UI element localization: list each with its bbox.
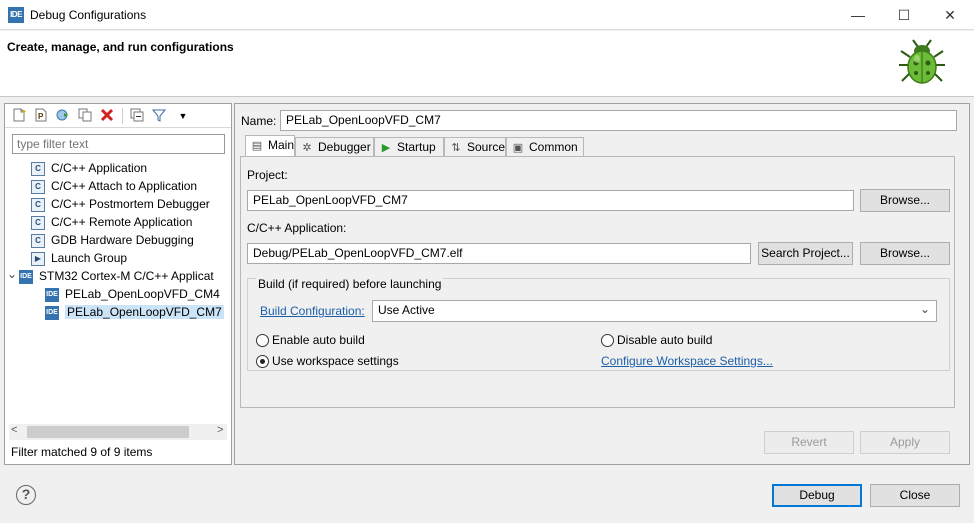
c-config-icon: C <box>31 215 45 230</box>
tab-common[interactable]: ▣ Common <box>506 137 584 157</box>
tree-item[interactable]: C C/C++ Remote Application <box>31 213 192 231</box>
collapse-all-icon[interactable] <box>129 108 145 124</box>
use-workspace-settings-radio[interactable] <box>256 355 269 368</box>
ide-config-icon: IDE <box>45 287 59 302</box>
tab-startup[interactable]: ▶ Startup <box>374 137 444 157</box>
config-toolbar: ✦ P ▼ <box>5 104 231 128</box>
c-config-icon: C <box>31 179 45 194</box>
main-tab-icon: ▤ <box>251 140 263 152</box>
build-configuration-select[interactable]: Use Active ⌄ <box>372 300 937 322</box>
horizontal-scrollbar[interactable]: < > <box>9 424 227 440</box>
scroll-left-arrow[interactable]: < <box>11 424 17 436</box>
title-bar: IDE Debug Configurations — ☐ ✕ <box>0 0 974 30</box>
chevron-down-icon: ⌄ <box>919 302 930 316</box>
use-workspace-settings-label: Use workspace settings <box>272 354 399 368</box>
toolbar-separator <box>122 108 123 124</box>
tree-item[interactable]: C GDB Hardware Debugging <box>31 231 194 249</box>
tab-label: Debugger <box>318 140 371 154</box>
build-group: Build (if required) before launching Bui… <box>247 277 950 371</box>
new-prototype-icon[interactable]: P <box>33 108 49 124</box>
help-icon[interactable]: ? <box>16 485 36 505</box>
maximize-button[interactable]: ☐ <box>881 0 927 30</box>
dialog-header-title: Create, manage, and run configurations <box>7 40 234 54</box>
view-menu-icon[interactable]: ▼ <box>175 108 191 124</box>
tree-item[interactable]: ⌄ IDE STM32 Cortex-M C/C++ Applicat <box>7 267 214 285</box>
disable-auto-build-radio[interactable] <box>601 334 614 347</box>
enable-auto-build-radio[interactable] <box>256 334 269 347</box>
scroll-right-arrow[interactable]: > <box>217 424 223 436</box>
tab-label: Startup <box>397 140 436 154</box>
tree-item[interactable]: ▶ Launch Group <box>31 249 127 267</box>
application-field[interactable]: Debug/PELab_OpenLoopVFD_CM7.elf <box>247 243 751 264</box>
tree-item[interactable]: C C/C++ Application <box>31 159 147 177</box>
tree-item-label: STM32 Cortex-M C/C++ Applicat <box>39 269 214 283</box>
svg-text:✦: ✦ <box>21 108 26 116</box>
tab-label: Main <box>268 138 295 152</box>
c-config-icon: C <box>31 233 45 248</box>
tree-item-label: GDB Hardware Debugging <box>51 233 194 247</box>
filter-input[interactable] <box>12 134 225 154</box>
c-config-icon: C <box>31 197 45 212</box>
build-group-label: Build (if required) before launching <box>256 277 444 291</box>
tree-item-label: PELab_OpenLoopVFD_CM7 <box>65 305 224 319</box>
ide-config-icon: IDE <box>45 305 59 320</box>
tree-item[interactable]: C C/C++ Attach to Application <box>31 177 197 195</box>
application-browse-button[interactable]: Browse... <box>860 242 950 265</box>
project-field[interactable]: PELab_OpenLoopVFD_CM7 <box>247 190 854 211</box>
tree-item-label: Launch Group <box>51 251 128 265</box>
disable-auto-build-label: Disable auto build <box>617 333 713 347</box>
tree-item-label: PELab_OpenLoopVFD_CM4 <box>65 287 220 301</box>
tab-label: Common <box>529 140 578 154</box>
tree-item[interactable]: IDE PELab_OpenLoopVFD_CM4 <box>45 285 220 303</box>
configuration-editor: Name: PELab_OpenLoopVFD_CM7 ▤ Main ✲ Debugg… <box>234 103 970 465</box>
window-title: Debug Configurations <box>30 8 147 22</box>
scrollbar-thumb[interactable] <box>27 426 189 438</box>
tree-expander-icon[interactable]: ⌄ <box>7 265 17 283</box>
build-configuration-link[interactable]: Build Configuration: <box>260 304 365 318</box>
c-config-icon: C <box>31 161 45 176</box>
application-label: C/C++ Application: <box>247 221 347 235</box>
tab-main[interactable]: ▤ Main <box>245 135 295 157</box>
close-dialog-button[interactable]: Close <box>870 484 960 507</box>
tab-label: Source <box>467 140 506 154</box>
build-configuration-value: Use Active <box>378 303 435 317</box>
filter-status: Filter matched 9 of 9 items <box>11 445 153 459</box>
tree-item[interactable]: IDE PELab_OpenLoopVFD_CM7 <box>45 303 224 321</box>
export-icon[interactable] <box>55 108 71 124</box>
filter-icon[interactable] <box>151 108 167 124</box>
close-button[interactable]: ✕ <box>927 0 973 30</box>
ide-config-icon: IDE <box>19 269 33 284</box>
debug-button[interactable]: Debug <box>772 484 862 507</box>
main-tab-content: Project: PELab_OpenLoopVFD_CM7 Browse...… <box>240 156 955 408</box>
configuration-list-panel: ✦ P ▼ C C/C++ Application C C/C++ Attach to… <box>4 103 232 465</box>
new-config-icon[interactable]: ✦ <box>11 108 27 124</box>
tab-source[interactable]: ⇅ Source <box>444 137 506 157</box>
tree-item-label: C/C++ Postmortem Debugger <box>51 197 210 211</box>
app-icon: IDE <box>8 7 24 23</box>
tree-item-label: C/C++ Attach to Application <box>51 179 198 193</box>
delete-icon[interactable] <box>99 108 115 124</box>
svg-text:P: P <box>38 112 44 121</box>
revert-button[interactable]: Revert <box>764 431 854 454</box>
duplicate-icon[interactable] <box>77 108 93 124</box>
configure-workspace-settings-link[interactable]: Configure Workspace Settings... <box>601 354 773 368</box>
apply-button[interactable]: Apply <box>860 431 950 454</box>
launch-group-icon: ▶ <box>31 251 45 266</box>
minimize-button[interactable]: — <box>835 0 881 30</box>
tree-item-label: C/C++ Application <box>51 161 148 175</box>
project-label: Project: <box>247 168 288 182</box>
enable-auto-build-label: Enable auto build <box>272 333 365 347</box>
tree-item-label: C/C++ Remote Application <box>51 215 193 229</box>
search-project-button[interactable]: Search Project... <box>758 242 853 265</box>
tree-item[interactable]: C C/C++ Postmortem Debugger <box>31 195 210 213</box>
config-tabs: ▤ Main ✲ Debugger ▶ Startup ⇅ Source ▣ Common <box>235 104 971 158</box>
project-browse-button[interactable]: Browse... <box>860 189 950 212</box>
bug-icon <box>899 39 945 84</box>
tab-debugger[interactable]: ✲ Debugger <box>295 137 374 157</box>
dialog-header: Create, manage, and run configurations <box>0 31 974 97</box>
